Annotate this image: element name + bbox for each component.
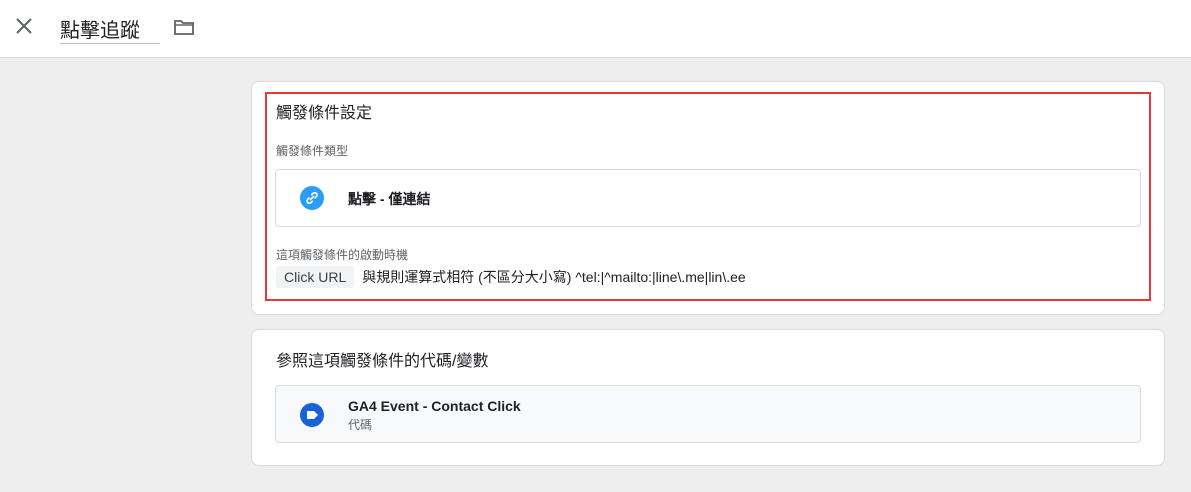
- trigger-type-label: 觸發條件類型: [276, 144, 349, 158]
- list-item[interactable]: GA4 Event - Contact Click 代碼: [275, 385, 1141, 443]
- link-icon: [300, 186, 324, 210]
- trigger-type-value: 點擊 - 僅連結: [348, 191, 431, 207]
- trigger-type-selector[interactable]: 點擊 - 僅連結: [275, 169, 1141, 227]
- close-icon[interactable]: [12, 14, 36, 38]
- fires-on-label: 這項觸發條件的啟動時機: [276, 248, 409, 262]
- folder-icon[interactable]: [172, 15, 196, 39]
- tag-name: GA4 Event - Contact Click: [348, 398, 521, 414]
- trigger-condition: Click URL 與規則運算式相符 (不區分大小寫) ^tel:|^mailt…: [276, 266, 746, 288]
- tag-kind: 代碼: [348, 418, 373, 432]
- condition-variable-chip: Click URL: [276, 266, 355, 288]
- tag-icon: [300, 403, 324, 427]
- top-bar: 點擊追蹤: [0, 0, 1191, 58]
- references-title: 參照這項觸發條件的代碼/變數: [276, 353, 489, 370]
- trigger-name: 點擊追蹤: [60, 20, 140, 42]
- trigger-config-title: 觸發條件設定: [276, 105, 373, 122]
- condition-text: 與規則運算式相符 (不區分大小寫) ^tel:|^mailto:|line\.m…: [362, 269, 746, 285]
- trigger-name-field[interactable]: 點擊追蹤: [60, 10, 160, 44]
